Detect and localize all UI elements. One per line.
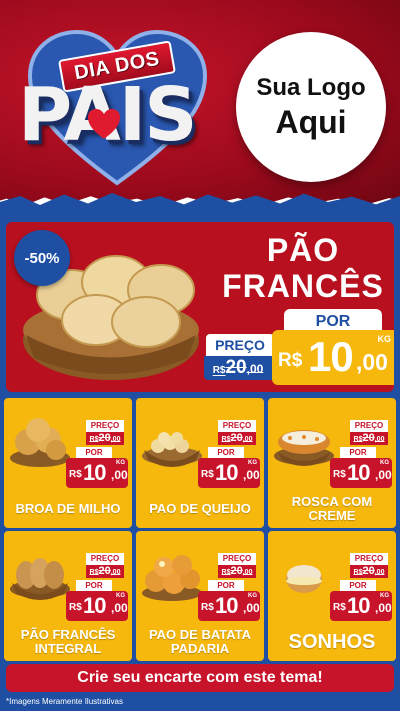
new-price-int: 10: [308, 333, 354, 380]
rosca-image: [274, 430, 334, 466]
new-price-dec: ,00: [375, 601, 392, 615]
product-card: PREÇO R$20,00 POR R$ 10,00 KG ROSCA COM CREME: [268, 398, 396, 528]
logo-text-line2: Aqui: [275, 103, 347, 140]
new-price: R$ 10 ,00 KG: [198, 458, 260, 488]
new-price-dec: ,00: [243, 468, 260, 482]
header: DIA DOS PAIS Sua Logo Aqui: [0, 0, 400, 205]
old-price-currency: R$: [212, 365, 226, 376]
pao-frances-integral-image: [10, 558, 70, 600]
new-price: R$ 10 ,00 KG: [66, 591, 128, 621]
old-price-dec: ,00: [110, 569, 121, 576]
new-price-dec: ,00: [375, 468, 392, 482]
sonhos-image: [286, 565, 322, 593]
new-price-int: 10: [215, 593, 239, 618]
unit-label: KG: [377, 334, 392, 344]
old-price-dec: ,00: [242, 569, 253, 576]
new-price-int: 10: [83, 460, 107, 485]
broa-image: [10, 418, 70, 467]
old-price-dec: ,00: [246, 362, 264, 376]
old-price: R$20,00: [218, 432, 256, 445]
featured-product-name: PÃO FRANCÊS: [218, 232, 388, 304]
new-price: R$ 10 ,00 KG: [66, 458, 128, 488]
cta-button[interactable]: Crie seu encarte com este tema!: [6, 664, 394, 692]
new-price: R$ 10 ,00 KG: [330, 591, 392, 621]
unit-label: KG: [248, 593, 257, 599]
featured-name-line2: FRANCÊS: [222, 268, 384, 304]
new-price-currency: R$: [333, 602, 346, 613]
new-price: R$ 10 ,00 KG: [272, 330, 394, 385]
product-name: ROSCA COM CREME: [291, 494, 373, 523]
new-price-currency: R$: [201, 602, 214, 613]
product-card: PREÇO R$20,00 POR R$ 10,00 KG PAO DE QUEIJO: [136, 398, 264, 528]
old-price: R$20,00: [86, 432, 124, 445]
old-price-dec: ,00: [374, 569, 385, 576]
logo-text-line1: Sua Logo: [256, 73, 366, 101]
new-price-int: 10: [347, 460, 371, 485]
new-price-dec: ,00: [111, 601, 128, 615]
unit-label: KG: [116, 593, 125, 599]
logo-placeholder: Sua Logo Aqui: [236, 32, 386, 182]
pao-de-batata-image: [142, 555, 202, 601]
discount-badge: -50%: [14, 230, 70, 286]
old-price-int: 20: [98, 565, 111, 577]
product-name: PAO DE BATATA PADARIA: [148, 627, 252, 656]
new-price-int: 10: [347, 593, 371, 618]
product-name: PÃO FRANCÊS INTEGRAL: [20, 627, 116, 656]
new-price-dec: ,00: [111, 468, 128, 482]
old-price-label: PREÇO: [350, 420, 388, 432]
old-price-int: 20: [230, 565, 243, 577]
new-price-currency: R$: [333, 469, 346, 480]
old-price: R$20,00: [350, 432, 388, 445]
old-price-label: PREÇO: [350, 553, 388, 565]
unit-label: KG: [116, 460, 125, 466]
product-name: SONHOS: [288, 631, 376, 653]
old-price-dec: ,00: [374, 436, 385, 443]
unit-label: KG: [248, 460, 257, 466]
disclaimer-text: *Imagens Meramente Ilustrativas: [6, 697, 123, 706]
product-card: PREÇO R$20,00 POR R$ 10,00 KG PÃO FRANCÊS INTE…: [4, 531, 132, 661]
pao-de-queijo-image: [142, 432, 202, 467]
old-price-label: PREÇO: [218, 553, 256, 565]
old-price-int: 20: [225, 357, 247, 378]
old-price-label: PREÇO: [218, 420, 256, 432]
old-price-dec: ,00: [242, 436, 253, 443]
old-price: R$20,00: [86, 565, 124, 578]
old-price: R$20,00: [350, 565, 388, 578]
new-price: R$ 10 ,00 KG: [330, 458, 392, 488]
small-heart-icon: [88, 109, 120, 139]
new-price-currency: R$: [278, 350, 303, 371]
old-price-label: PREÇO: [86, 553, 124, 565]
unit-label: KG: [380, 460, 389, 466]
new-price: R$ 10 ,00 KG: [198, 591, 260, 621]
old-price-int: 20: [98, 432, 111, 444]
old-price-dec: ,00: [110, 436, 121, 443]
new-price-int: 10: [83, 593, 107, 618]
new-price-int: 10: [215, 460, 239, 485]
new-price-dec: ,00: [243, 601, 260, 615]
new-price-currency: R$: [201, 469, 214, 480]
featured-product: -50% PÃO FRANCÊS PREÇO R$20,00 POR R$ 10…: [6, 222, 394, 392]
old-price-label: PREÇO: [86, 420, 124, 432]
unit-label: KG: [380, 593, 389, 599]
product-card: PREÇO R$20,00 POR R$ 10,00 KG BROA DE MILHO: [4, 398, 132, 528]
old-price: R$20,00: [218, 565, 256, 578]
new-price-dec: ,00: [356, 349, 388, 375]
new-price-currency: R$: [69, 602, 82, 613]
old-price: R$20,00: [204, 356, 272, 380]
product-name: BROA DE MILHO: [15, 501, 121, 516]
old-price-int: 20: [362, 432, 375, 444]
product-name: PAO DE QUEIJO: [149, 501, 251, 516]
product-card: PREÇO R$20,00 POR R$ 10,00 KG PAO DE BATATA PA…: [136, 531, 264, 661]
product-card: PREÇO R$20,00 POR R$ 10,00 KG SONHOS: [268, 531, 396, 661]
old-price-label: PREÇO: [206, 334, 274, 356]
old-price-int: 20: [230, 432, 243, 444]
new-price-currency: R$: [69, 469, 82, 480]
featured-name-line1: PÃO: [266, 232, 340, 268]
old-price-int: 20: [362, 565, 375, 577]
